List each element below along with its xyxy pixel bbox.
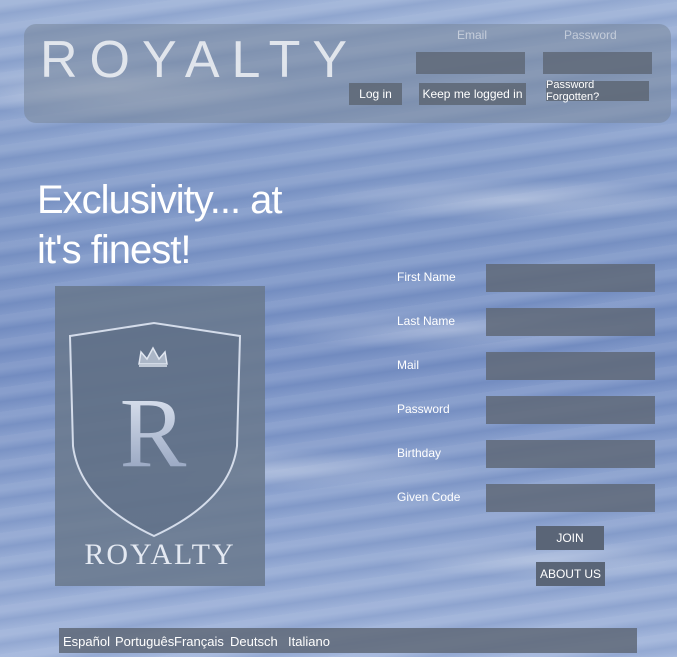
birthday-label: Birthday <box>397 446 442 460</box>
tagline-line-1: Exclusivity... at <box>37 178 283 222</box>
given-code-input[interactable] <box>486 484 655 512</box>
last-name-input[interactable] <box>486 308 655 336</box>
lang-deutsch[interactable]: Deutsch <box>230 634 278 649</box>
tagline-line-2: it's finest! <box>37 228 191 272</box>
mail-input[interactable] <box>486 352 655 380</box>
password-label: Password <box>564 28 617 42</box>
last-name-label: Last Name <box>397 314 456 328</box>
password-forgotten-button[interactable]: Password Forgotten? <box>546 79 649 103</box>
first-name-label: First Name <box>397 270 456 284</box>
header-email-input[interactable] <box>416 52 525 74</box>
mail-label: Mail <box>397 358 420 372</box>
keep-logged-in-button[interactable]: Keep me logged in <box>419 83 526 105</box>
about-us-button[interactable]: ABOUT US <box>536 562 605 586</box>
join-button[interactable]: JOIN <box>536 526 604 550</box>
lang-espanol[interactable]: Español <box>63 634 110 649</box>
language-footer: Español Português Français Deutsch Itali… <box>59 628 637 653</box>
brand-logo: ROYALTY <box>40 31 360 89</box>
email-label: Email <box>457 28 488 42</box>
lang-portugues[interactable]: Português <box>115 634 174 649</box>
password-field-label: Password <box>397 402 450 416</box>
crest-name: ROYALTY <box>84 538 236 571</box>
crest-panel: R ROYALTY <box>55 286 265 586</box>
first-name-input[interactable] <box>486 264 655 292</box>
password-input[interactable] <box>486 396 655 424</box>
header-password-input[interactable] <box>543 52 652 74</box>
tagline: Exclusivity... at it's finest! <box>37 175 283 275</box>
lang-italiano[interactable]: Italiano <box>288 634 330 649</box>
lang-francais[interactable]: Français <box>174 634 224 649</box>
birthday-input[interactable] <box>486 440 655 468</box>
given-code-label: Given Code <box>397 490 461 504</box>
header-bar: ROYALTY Email Password Log in Keep me lo… <box>24 24 671 123</box>
crest-letter: R <box>120 377 187 488</box>
login-button[interactable]: Log in <box>349 83 402 105</box>
